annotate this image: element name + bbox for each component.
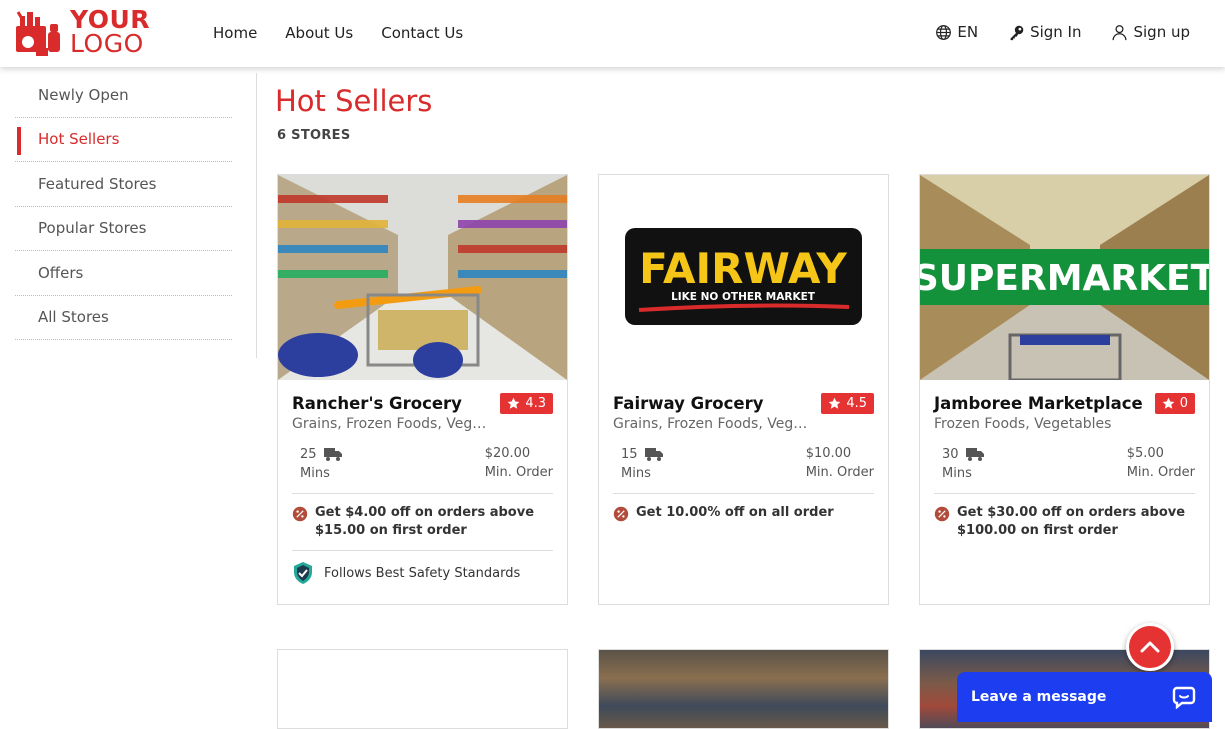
- rating-badge: 4.3: [500, 393, 553, 414]
- discount-icon: [613, 506, 629, 522]
- sidebar-item-label: Offers: [38, 263, 84, 282]
- store-count: 6 STORES: [277, 128, 351, 143]
- rating-badge: 4.5: [821, 393, 874, 414]
- delivery-truck-icon: [323, 448, 342, 461]
- delivery-time-unit: Mins: [621, 466, 651, 481]
- fairway-tagline: LIKE NO OTHER MARKET: [671, 291, 816, 303]
- rating-value: 4.3: [525, 396, 546, 411]
- sidebar-item-label: Newly Open: [38, 85, 129, 104]
- supermarket-banner-text: SUPERMARKET: [920, 258, 1209, 299]
- sign-in-label: Sign In: [1030, 23, 1082, 41]
- sidebar-item-label: Popular Stores: [38, 219, 147, 238]
- sidebar-item-hot-sellers[interactable]: Hot Sellers: [15, 118, 232, 162]
- logo[interactable]: YOUR LOGO: [14, 6, 150, 58]
- min-order-label: Min. Order: [1126, 465, 1195, 480]
- scroll-to-top-button[interactable]: [1126, 623, 1174, 671]
- sidebar-item-all-stores[interactable]: All Stores: [15, 296, 232, 340]
- offer-text: Get $4.00 off on orders above $15.00 on …: [315, 505, 535, 538]
- store-image: [599, 650, 888, 728]
- key-icon: [1010, 25, 1024, 40]
- sidebar: Newly Open Hot Sellers Featured Stores P…: [15, 73, 232, 340]
- nav-contact-us[interactable]: Contact Us: [381, 24, 463, 42]
- store-image: SUPERMARKET: [920, 175, 1209, 380]
- min-order-value: $5.00: [1126, 446, 1164, 461]
- sidebar-item-featured-stores[interactable]: Featured Stores: [15, 162, 232, 207]
- delivery-time: 30: [942, 446, 959, 462]
- account-nav: EN Sign In Sign up: [935, 23, 1190, 41]
- sidebar-item-label: Featured Stores: [38, 174, 157, 193]
- offer-text: Get $30.00 off on orders above $100.00 o…: [957, 505, 1186, 538]
- offer: Get 10.00% off on all order: [613, 494, 874, 532]
- sidebar-item-newly-open[interactable]: Newly Open: [15, 73, 232, 118]
- store-card-jamboree-marketplace[interactable]: SUPERMARKET Jamboree Marketplace Frozen …: [919, 174, 1210, 605]
- delivery-time: 15: [621, 446, 638, 462]
- delivery-truck-icon: [644, 448, 663, 461]
- sign-up-label: Sign up: [1133, 23, 1190, 41]
- store-categories: Grains, Frozen Foods, Vegetables: [613, 416, 813, 432]
- min-order-value: $10.00: [805, 446, 852, 461]
- delivery-time-unit: Mins: [942, 466, 972, 481]
- nav-about-us[interactable]: About Us: [285, 24, 353, 42]
- discount-icon: [934, 506, 950, 522]
- page-title: Hot Sellers: [275, 84, 433, 118]
- sidebar-divider: [256, 73, 257, 358]
- delivery-truck-icon: [965, 448, 984, 461]
- store-card-fairway-grocery[interactable]: FAIRWAY LIKE NO OTHER MARKET Fairway Gro…: [598, 174, 889, 605]
- store-categories: Grains, Frozen Foods, Vegetables: [292, 416, 492, 432]
- main-nav: Home About Us Contact Us: [213, 24, 463, 42]
- discount-icon: [292, 506, 308, 522]
- rating-badge: 0: [1154, 393, 1195, 414]
- chat-label: Leave a message: [971, 689, 1107, 705]
- sign-in-button[interactable]: Sign In: [1008, 23, 1081, 41]
- globe-icon: [936, 24, 952, 40]
- min-order-value: $20.00: [484, 446, 531, 461]
- store-logo-image: FAIRWAY LIKE NO OTHER MARKET: [599, 175, 888, 380]
- min-order-label: Min. Order: [805, 465, 874, 480]
- fairway-logo-text: FAIRWAY: [639, 244, 847, 293]
- sidebar-item-label: All Stores: [38, 308, 109, 327]
- store-card[interactable]: [598, 649, 889, 729]
- star-icon: [507, 397, 520, 409]
- safety-badge: Follows Best Safety Standards: [292, 550, 553, 585]
- rating-value: 0: [1179, 396, 1188, 411]
- sidebar-item-popular-stores[interactable]: Popular Stores: [15, 207, 232, 251]
- star-icon: [828, 397, 841, 409]
- star-icon: [1162, 397, 1175, 409]
- chevron-up-icon: [1140, 641, 1160, 653]
- sidebar-item-label: Hot Sellers: [38, 130, 120, 149]
- delivery-info: 30 Mins $5.00 Min. Order: [934, 446, 1195, 494]
- offer: Get $4.00 off on orders above $15.00 on …: [292, 494, 553, 550]
- offer-text: Get 10.00% off on all order: [636, 505, 834, 520]
- nav-home[interactable]: Home: [213, 24, 257, 42]
- rating-value: 4.5: [846, 396, 867, 411]
- shield-check-icon: [294, 562, 312, 584]
- delivery-time-unit: Mins: [300, 466, 330, 481]
- store-card-ranchers-grocery[interactable]: Rancher's Grocery Grains, Frozen Foods, …: [277, 174, 568, 605]
- delivery-info: 15 Mins $10.00 Min. Order: [613, 446, 874, 494]
- safety-text: Follows Best Safety Standards: [324, 565, 521, 581]
- header: YOUR LOGO Home About Us Contact Us EN Si…: [0, 0, 1225, 67]
- grocery-basket-icon: [14, 6, 64, 58]
- min-order-label: Min. Order: [484, 465, 553, 480]
- language-label: EN: [957, 23, 979, 41]
- sign-up-button[interactable]: Sign up: [1111, 23, 1190, 41]
- delivery-time: 25: [300, 446, 317, 462]
- offer: Get $30.00 off on orders above $100.00 o…: [934, 494, 1195, 550]
- chat-bubble-icon: [1172, 686, 1196, 709]
- delivery-info: 25 Mins $20.00 Min. Order: [292, 446, 553, 494]
- store-image: [278, 175, 567, 380]
- chat-widget[interactable]: Leave a message: [957, 672, 1212, 722]
- language-selector[interactable]: EN: [935, 23, 978, 41]
- sidebar-item-offers[interactable]: Offers: [15, 251, 232, 296]
- store-card[interactable]: [277, 649, 568, 729]
- store-categories: Frozen Foods, Vegetables: [934, 416, 1112, 432]
- logo-line2: LOGO: [70, 29, 144, 58]
- user-icon: [1112, 24, 1127, 40]
